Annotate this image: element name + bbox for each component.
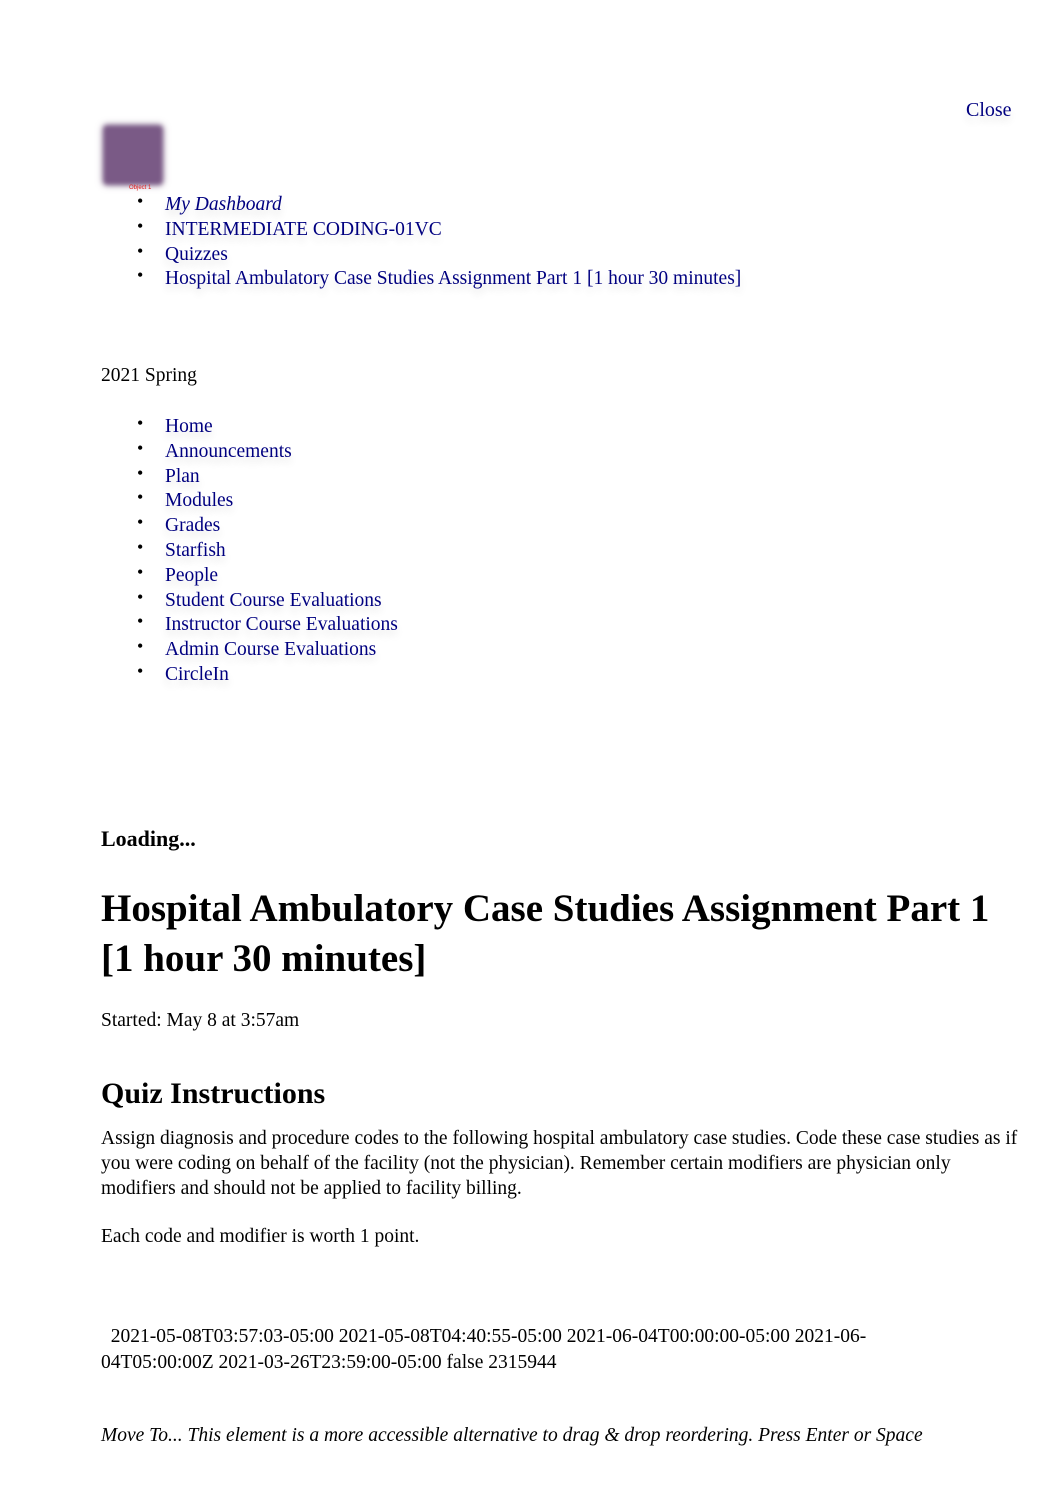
nav-item: Admin Course Evaluations xyxy=(137,634,398,663)
nav-item: Home xyxy=(137,411,398,440)
quiz-metadata-text: 2021-05-08T03:57:03-05:00 2021-05-08T04:… xyxy=(101,1326,867,1373)
close-link[interactable]: Close xyxy=(966,99,1012,122)
breadcrumb-item: Hospital Ambulatory Case Studies Assignm… xyxy=(137,263,741,292)
nav-item: Grades xyxy=(137,510,398,539)
nav-item: Starfish xyxy=(137,535,398,564)
nav-item: Student Course Evaluations xyxy=(137,585,398,614)
nav-admin-course-evaluations[interactable]: Admin Course Evaluations xyxy=(165,639,376,660)
started-timestamp: Started: May 8 at 3:57am xyxy=(101,1010,300,1031)
nav-item: Modules xyxy=(137,485,398,514)
breadcrumb-course[interactable]: INTERMEDIATE CODING-01VC xyxy=(165,219,442,240)
nav-item: Instructor Course Evaluations xyxy=(137,609,398,638)
nav-item: People xyxy=(137,560,398,589)
breadcrumb-item: My Dashboard xyxy=(137,189,741,218)
page-title: Hospital Ambulatory Case Studies Assignm… xyxy=(101,887,990,980)
breadcrumb: My Dashboard INTERMEDIATE CODING-01VC Qu… xyxy=(137,189,741,292)
quiz-instructions-text: Assign diagnosis and procedure codes to … xyxy=(101,1128,1018,1199)
nav-plan[interactable]: Plan xyxy=(165,466,200,487)
nav-starfish[interactable]: Starfish xyxy=(165,540,226,561)
course-navigation: Home Announcements Plan Modules Grades S… xyxy=(137,411,398,688)
breadcrumb-item: INTERMEDIATE CODING-01VC xyxy=(137,214,741,243)
course-logo-image xyxy=(103,125,163,185)
term-label: 2021 Spring xyxy=(101,365,197,386)
nav-modules[interactable]: Modules xyxy=(165,490,233,511)
quiz-instructions-heading: Quiz Instructions xyxy=(101,1077,326,1110)
breadcrumb-my-dashboard[interactable]: My Dashboard xyxy=(165,194,282,215)
move-to-instructions: Move To... This element is a more access… xyxy=(101,1425,923,1446)
nav-home[interactable]: Home xyxy=(165,416,213,437)
nav-grades[interactable]: Grades xyxy=(165,515,220,536)
quiz-metadata: 2021-05-08T03:57:03-05:00 2021-05-08T04:… xyxy=(101,1324,961,1376)
nav-announcements[interactable]: Announcements xyxy=(165,441,292,462)
nav-item: CircleIn xyxy=(137,659,398,688)
nav-item: Announcements xyxy=(137,436,398,465)
nav-item: Plan xyxy=(137,461,398,490)
loading-indicator: Loading... xyxy=(101,826,196,851)
breadcrumb-quiz[interactable]: Hospital Ambulatory Case Studies Assignm… xyxy=(165,268,741,289)
nav-circlein[interactable]: CircleIn xyxy=(165,664,229,685)
nav-people[interactable]: People xyxy=(165,565,218,586)
nav-instructor-course-evaluations[interactable]: Instructor Course Evaluations xyxy=(165,614,398,635)
breadcrumb-item: Quizzes xyxy=(137,239,741,268)
points-text: Each code and modifier is worth 1 point. xyxy=(101,1226,420,1247)
breadcrumb-quizzes[interactable]: Quizzes xyxy=(165,244,228,265)
nav-student-course-evaluations[interactable]: Student Course Evaluations xyxy=(165,590,382,611)
